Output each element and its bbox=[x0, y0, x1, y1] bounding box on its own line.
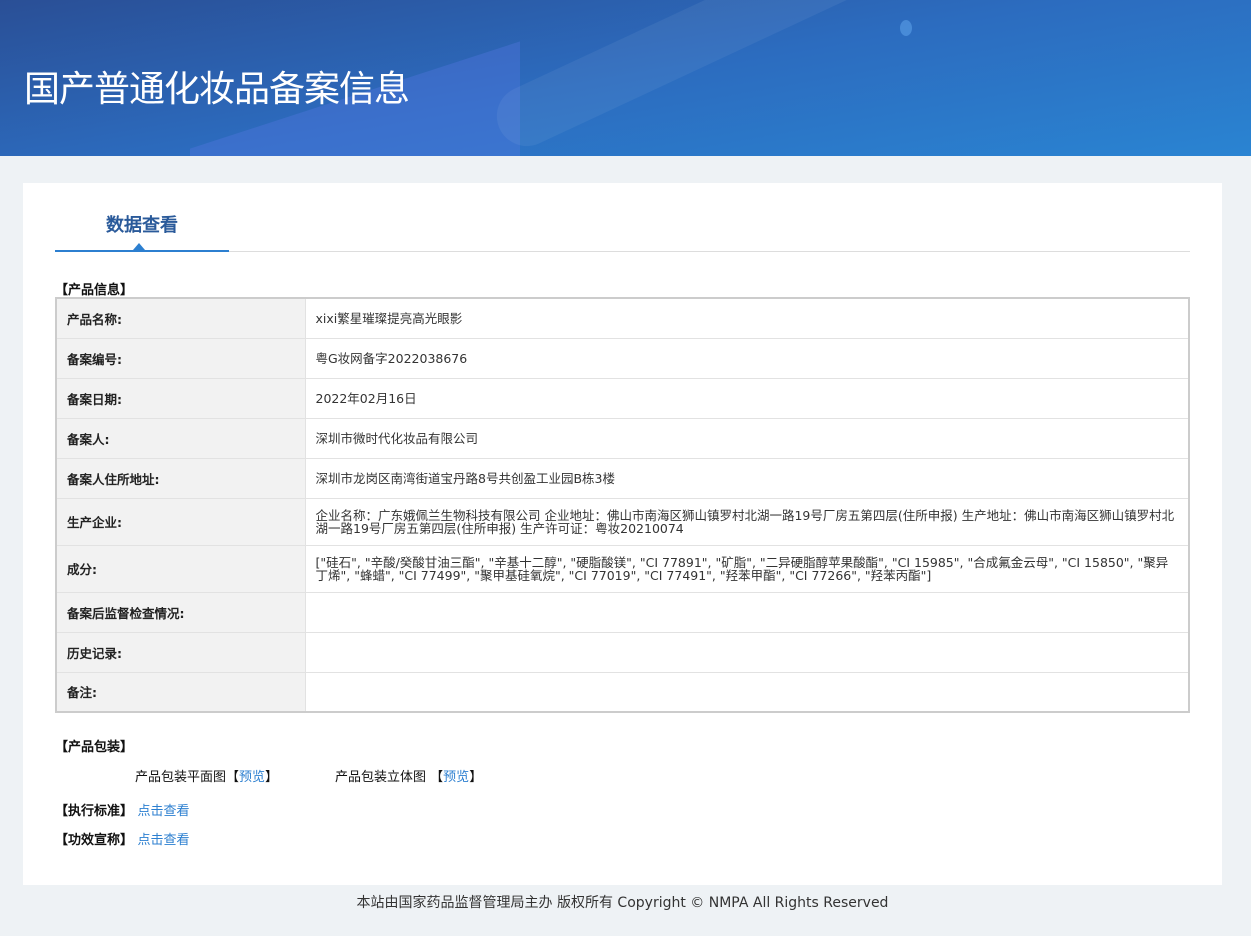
bracket: 】 bbox=[265, 770, 279, 785]
row-label: 备案编号: bbox=[55, 337, 306, 379]
table-row: 备案后监督检查情况: bbox=[55, 591, 1190, 633]
row-value bbox=[304, 631, 1190, 673]
table-row: 备案编号: 粤G妆网备字2022038676 bbox=[55, 337, 1190, 379]
header-decoration bbox=[900, 20, 912, 36]
tab-active-arrow-icon bbox=[133, 243, 145, 250]
packaging-solid-label: 产品包装立体图 bbox=[335, 770, 427, 785]
section-product-info: 【产品信息】 bbox=[55, 283, 134, 298]
row-value: 深圳市微时代化妆品有限公司 bbox=[304, 417, 1190, 459]
row-value: ["硅石", "辛酸/癸酸甘油三酯", "辛基十二醇", "硬脂酸镁", "CI… bbox=[304, 544, 1190, 593]
table-row: 成分: ["硅石", "辛酸/癸酸甘油三酯", "辛基十二醇", "硬脂酸镁", … bbox=[55, 544, 1190, 593]
packaging-solid: 产品包装立体图 【预览】 bbox=[335, 766, 482, 785]
standard-view-link[interactable]: 点击查看 bbox=[138, 804, 190, 819]
tab-label: 数据查看 bbox=[106, 215, 178, 236]
bracket: 【 bbox=[430, 770, 444, 785]
row-value: 2022年02月16日 bbox=[304, 377, 1190, 419]
row-label: 备注: bbox=[55, 671, 306, 713]
row-value: 粤G妆网备字2022038676 bbox=[304, 337, 1190, 379]
standard-label: 【执行标准】 bbox=[55, 804, 134, 819]
tab-data-view[interactable]: 数据查看 bbox=[55, 183, 229, 252]
row-label: 备案日期: bbox=[55, 377, 306, 419]
row-label: 备案人: bbox=[55, 417, 306, 459]
page-header: 国产普通化妆品备案信息 bbox=[0, 0, 1251, 156]
row-value: xixi繁星璀璨提亮高光眼影 bbox=[304, 297, 1190, 339]
row-label: 生产企业: bbox=[55, 497, 306, 546]
efficacy-view-link[interactable]: 点击查看 bbox=[138, 833, 190, 848]
bracket: 【 bbox=[226, 770, 240, 785]
row-value bbox=[304, 591, 1190, 633]
row-label: 产品名称: bbox=[55, 297, 306, 339]
table-row: 备案人: 深圳市微时代化妆品有限公司 bbox=[55, 417, 1190, 459]
content-card: 数据查看 【产品信息】 产品名称: xixi繁星璀璨提亮高光眼影 备案编号: 粤G妆网… bbox=[23, 183, 1222, 885]
page-title: 国产普通化妆品备案信息 bbox=[24, 69, 410, 110]
row-label: 历史记录: bbox=[55, 631, 306, 673]
packaging-flat-label: 产品包装平面图 bbox=[135, 770, 227, 785]
product-info-table: 产品名称: xixi繁星璀璨提亮高光眼影 备案编号: 粤G妆网备字2022038676… bbox=[55, 297, 1190, 713]
tab-bar: 数据查看 bbox=[55, 183, 1190, 252]
row-label: 成分: bbox=[55, 544, 306, 593]
row-value bbox=[304, 671, 1190, 713]
header-decoration bbox=[486, 0, 894, 156]
bracket: 】 bbox=[469, 770, 483, 785]
table-row: 备案日期: 2022年02月16日 bbox=[55, 377, 1190, 419]
section-standard: 【执行标准】 点击查看 bbox=[55, 800, 190, 819]
section-packaging: 【产品包装】 bbox=[55, 740, 134, 755]
table-row: 生产企业: 企业名称：广东娥佩兰生物科技有限公司 企业地址：佛山市南海区狮山镇罗村… bbox=[55, 497, 1190, 546]
row-value: 企业名称：广东娥佩兰生物科技有限公司 企业地址：佛山市南海区狮山镇罗村北湖一路1… bbox=[304, 497, 1190, 546]
efficacy-label: 【功效宣称】 bbox=[55, 833, 134, 848]
preview-flat-link[interactable]: 预览 bbox=[239, 770, 265, 785]
footer: 本站由国家药品监督管理局主办 版权所有 Copyright © NMPA All… bbox=[356, 895, 889, 911]
table-row: 产品名称: xixi繁星璀璨提亮高光眼影 bbox=[55, 297, 1190, 339]
packaging-flat: 产品包装平面图【预览】 bbox=[135, 766, 278, 785]
row-label: 备案人住所地址: bbox=[55, 457, 306, 499]
section-efficacy: 【功效宣称】 点击查看 bbox=[55, 829, 190, 848]
row-value: 深圳市龙岗区南湾街道宝丹路8号共创盈工业园B栋3楼 bbox=[304, 457, 1190, 499]
table-row: 历史记录: bbox=[55, 631, 1190, 673]
preview-solid-link[interactable]: 预览 bbox=[443, 770, 469, 785]
table-row: 备案人住所地址: 深圳市龙岗区南湾街道宝丹路8号共创盈工业园B栋3楼 bbox=[55, 457, 1190, 499]
row-label: 备案后监督检查情况: bbox=[55, 591, 306, 633]
table-row: 备注: bbox=[55, 671, 1190, 713]
